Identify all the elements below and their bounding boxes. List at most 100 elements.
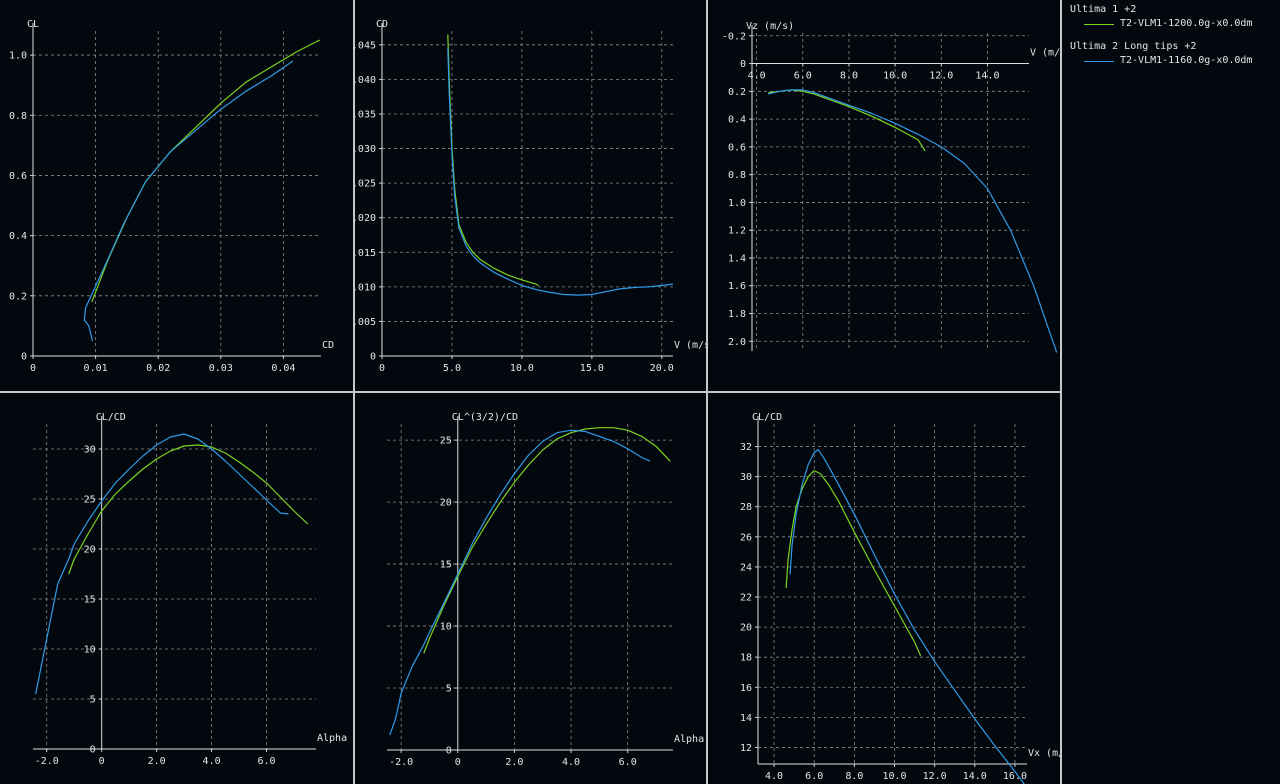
series-line [447,34,539,287]
x-tick-label: 2.0 [148,756,166,767]
y-tick-label: 0.4 [728,115,746,126]
legend-line-swatch [1084,24,1114,25]
grid-lines [758,424,1027,764]
y-tick-label: 26 [740,532,752,543]
legend-polar-label: T2-VLM1-1200.0g-x0.0dm [1120,18,1253,29]
cd-vs-speed-chart[interactable]: 0 5.0 10.0 15.0 20.0 0 .005 .010 .015 .020 .025 .03… [355,0,706,391]
y-tick-label: 1.0 [728,198,746,209]
grid-lines [33,31,321,356]
x-tick-label: 6.0 [805,771,823,782]
series-group [785,448,1025,784]
axes: 4.0 6.0 8.0 10.0 12.0 14.0 -0.2 0 0.2 0.4 0.6 0.8 1.… [722,21,1060,351]
y-tick-label: 0.6 [728,142,746,153]
y-tick-label: 0 [90,745,96,756]
y-tick-label: .020 [355,213,376,224]
axes: -2.0 0 2.0 4.0 6.0 0 5 10 15 20 25 30 CL/CD Alpha [33,412,347,767]
y-tick-label: 24 [740,562,752,573]
series-group [447,34,674,296]
series-group [768,89,1058,353]
x-tick-label: 0.03 [209,363,233,374]
x-tick-label: 8.0 [840,71,858,82]
y-tick-label: 20 [440,498,452,509]
power-factor-vs-alpha-chart[interactable]: -2.0 0 2.0 4.0 6.0 0 5 10 15 20 25 CL^(3/2)/CD Alpha [355,393,706,784]
y-tick-label: 14 [740,713,752,724]
y-tick-label: 32 [740,442,752,453]
grid-lines [387,424,673,750]
x-axis-label: Alpha [317,733,347,744]
x-tick-label: 6.0 [258,756,276,767]
x-tick-label: 4.0 [748,71,766,82]
y-axis-label: CL [27,19,39,30]
y-tick-label: 25 [440,436,452,447]
legend-polar-label: T2-VLM1-1160.0g-x0.0dm [1120,55,1253,66]
legend-line-swatch [1084,61,1114,62]
legend-plane-name: Ultima 2 Long tips +2 [1070,41,1197,52]
series-line [83,60,294,342]
x-tick-label: -2.0 [35,756,59,767]
y-tick-label: 0.4 [9,231,27,242]
y-tick-label: 0 [740,59,746,70]
x-tick-label: 0 [379,363,385,374]
y-tick-label: 15 [84,595,96,606]
x-tick-label: 12.0 [929,71,953,82]
glide-ratio-vs-alpha-chart[interactable]: -2.0 0 2.0 4.0 6.0 0 5 10 15 20 25 30 CL/CD Alpha [0,393,353,784]
x-tick-label: 0.02 [146,363,170,374]
y-tick-label: .045 [355,40,376,51]
y-tick-label: 12 [740,743,752,754]
y-tick-label: .035 [355,109,376,120]
x-axis-label: Alpha [674,734,704,745]
series-line [768,89,1058,353]
axes: 0 5.0 10.0 15.0 20.0 0 .005 .010 .015 .020 .025 .03… [355,19,706,374]
x-tick-label: 4.0 [562,757,580,768]
y-tick-label: 1.2 [728,226,746,237]
x-tick-label: 4.0 [765,771,783,782]
x-tick-label: 6.0 [619,757,637,768]
legend-entry[interactable]: Ultima 2 Long tips +2 T2-VLM1-1160.0g-x0… [1070,41,1278,67]
y-tick-label: 30 [740,472,752,483]
sink-rate-vs-speed-chart[interactable]: 4.0 6.0 8.0 10.0 12.0 14.0 -0.2 0 0.2 0.4 0.6 0.8 1.… [708,0,1060,391]
cl-vs-cd-chart[interactable]: 0 0.01 0.02 0.03 0.04 0 0.2 0.4 0.6 0.8 1.0 CL CD [0,0,353,391]
legend-entry[interactable]: Ultima 1 +2 T2-VLM1-1200.0g-x0.0dm [1070,4,1278,30]
y-tick-label: 0 [446,746,452,757]
x-tick-label: 2.0 [505,757,523,768]
x-tick-label: 0 [455,757,461,768]
y-tick-label: 10 [440,622,452,633]
x-tick-label: 16.0 [1003,771,1027,782]
x-axis-label: V (m/s) [1030,48,1060,59]
y-tick-label: 2.0 [728,337,746,348]
x-axis-label: Vx (m/s) [1028,748,1060,759]
glide-ratio-vs-vx-chart[interactable]: 4.0 6.0 8.0 10.0 12.0 14.0 16.0 12 14 16 18 20 22 24 2… [708,393,1060,784]
y-tick-label: 25 [84,495,96,506]
y-tick-label: .030 [355,144,376,155]
y-tick-label: 1.4 [728,253,746,264]
x-tick-label: 10.0 [883,71,907,82]
grid-lines [382,31,673,356]
y-tick-label: 0.8 [9,111,27,122]
y-tick-label: .005 [355,317,376,328]
y-tick-label: .040 [355,75,376,86]
series-line [768,89,926,152]
series-line [91,39,320,303]
x-tick-label: 14.0 [963,771,987,782]
y-tick-label: 20 [84,545,96,556]
y-tick-label: 15 [440,560,452,571]
y-tick-label: 0.2 [9,291,27,302]
y-tick-label: 10 [84,645,96,656]
polar-graphs-view: 0 0.01 0.02 0.03 0.04 0 0.2 0.4 0.6 0.8 1.0 CL CD 05… [0,0,1280,784]
series-line [789,448,1025,784]
y-tick-label: 5 [90,695,96,706]
y-tick-label: 22 [740,593,752,604]
x-tick-label: 0.01 [84,363,108,374]
y-tick-label: .010 [355,282,376,293]
y-tick-label: 0.8 [728,170,746,181]
y-tick-label: 0 [370,352,376,363]
x-tick-label: 0 [30,363,36,374]
x-tick-label: 4.0 [203,756,221,767]
axes: -2.0 0 2.0 4.0 6.0 0 5 10 15 20 25 CL^(3/2)/CD Alpha [387,412,704,768]
x-tick-label: 10.0 [510,363,534,374]
y-tick-label: 0.6 [9,171,27,182]
y-tick-label: 1.8 [728,309,746,320]
x-tick-label: -2.0 [389,757,413,768]
y-tick-label: 1.0 [9,51,27,62]
series-line [35,433,289,695]
